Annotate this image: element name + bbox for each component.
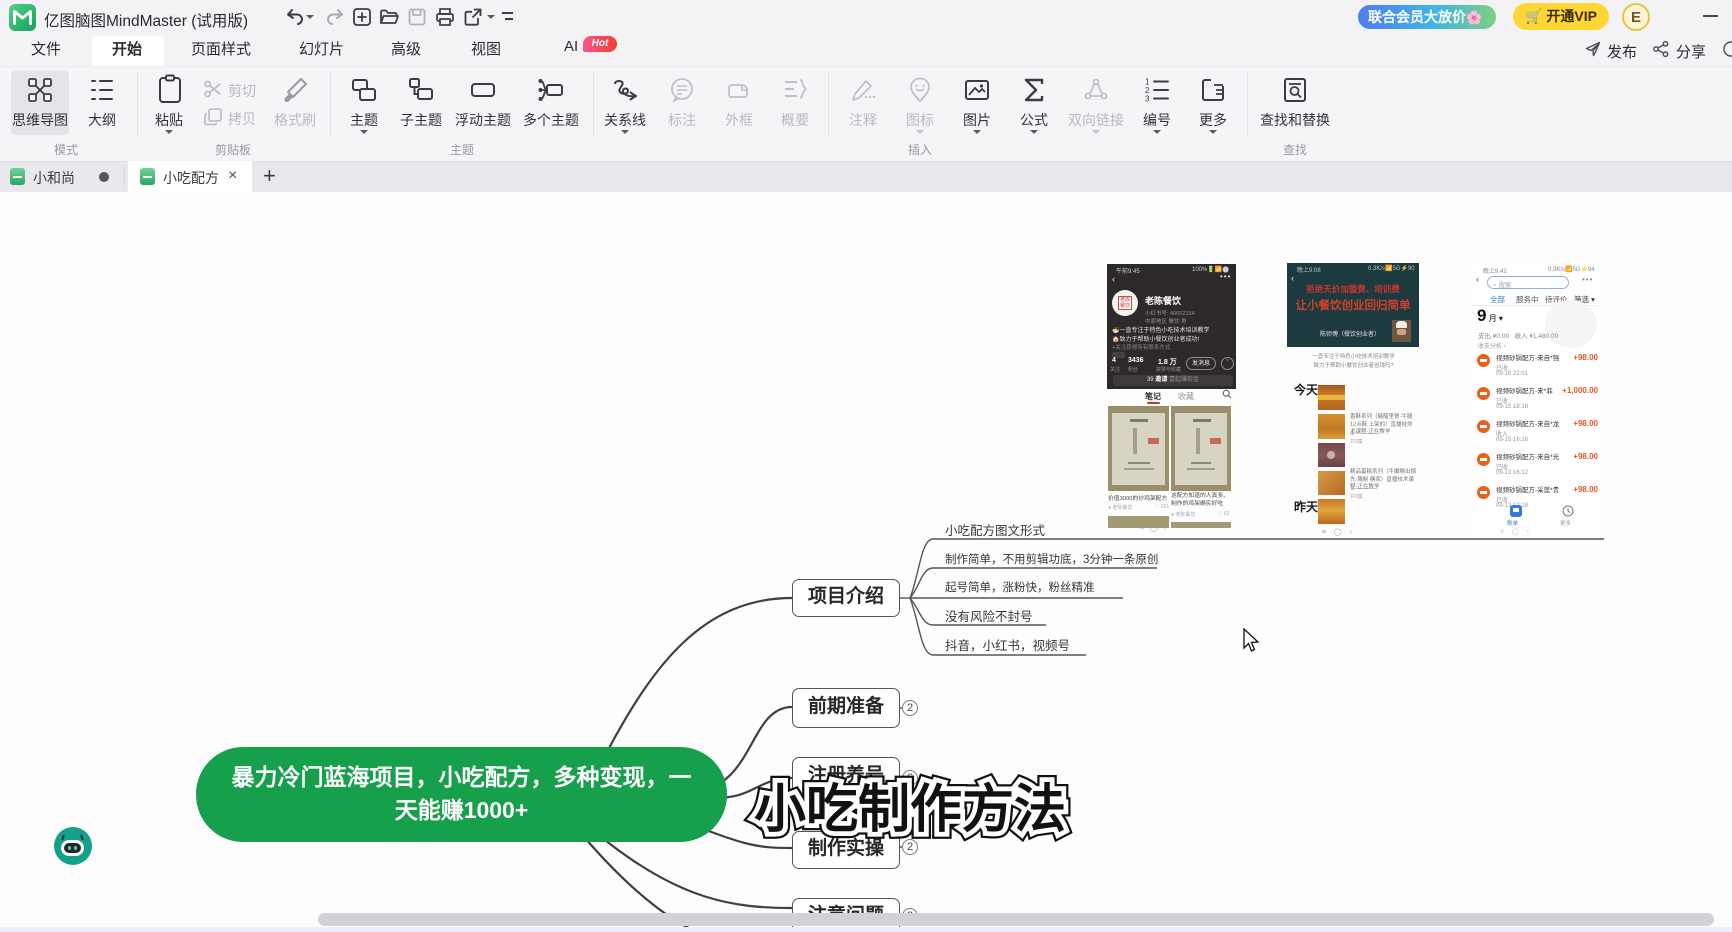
svg-text:小吃制作方法: 小吃制作方法 (754, 781, 1066, 839)
